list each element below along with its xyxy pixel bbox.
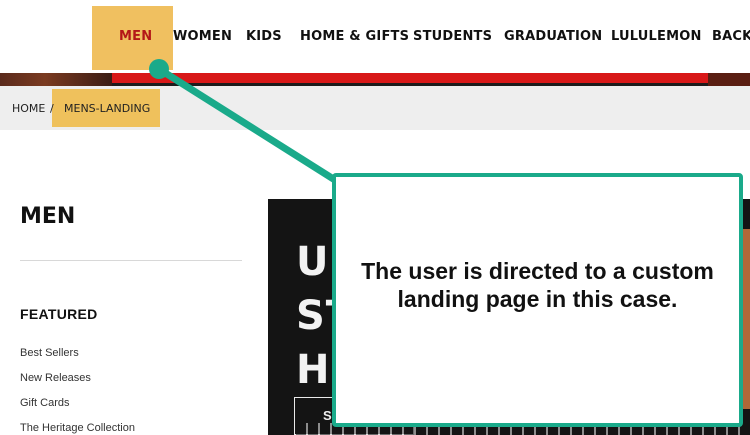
annotation-callout-text: The user is directed to a custom landing… — [361, 258, 714, 313]
sidebar-divider — [20, 260, 242, 261]
nav-item-home-gifts[interactable]: HOME & GIFTS — [300, 29, 409, 44]
nav-item-graduation[interactable]: GRADUATION — [504, 29, 602, 44]
sidebar-featured-heading: FEATURED — [20, 306, 98, 322]
annotation-callout: The user is directed to a custom landing… — [332, 173, 743, 427]
nav-item-kids[interactable]: KIDS — [246, 29, 282, 44]
hero-image-right — [708, 73, 750, 86]
hero-banner-strip — [0, 73, 750, 86]
sidebar-link-new-releases[interactable]: New Releases — [20, 372, 91, 384]
nav-item-women[interactable]: WOMEN — [173, 29, 232, 44]
hero-image-left — [0, 73, 112, 86]
sidebar-link-best-sellers[interactable]: Best Sellers — [20, 347, 79, 359]
sidebar-title: MEN — [20, 204, 76, 229]
sidebar-link-heritage-collection[interactable]: The Heritage Collection — [20, 422, 135, 434]
nav-item-back[interactable]: BACK — [712, 29, 750, 44]
nav-item-men[interactable]: MEN — [119, 29, 152, 44]
promo-shop-button-label: S — [323, 408, 332, 423]
nav-item-lululemon[interactable]: LULULEMON — [611, 29, 702, 44]
breadcrumb-separator: / — [50, 102, 54, 115]
breadcrumb-current: MENS-LANDING — [64, 102, 151, 115]
breadcrumb: HOME / MENS-LANDING — [0, 86, 750, 130]
top-navigation: MEN WOMEN KIDS HOME & GIFTS STUDENTS GRA… — [0, 0, 750, 74]
breadcrumb-home-link[interactable]: HOME — [12, 102, 45, 115]
nav-item-students[interactable]: STUDENTS — [413, 29, 492, 44]
sidebar-link-gift-cards[interactable]: Gift Cards — [20, 397, 70, 409]
